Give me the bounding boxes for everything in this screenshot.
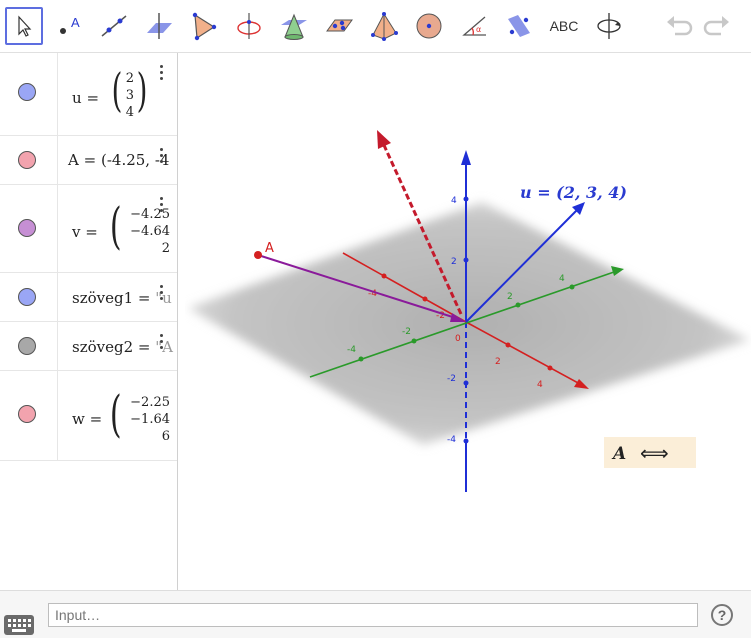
x-tick-label: 2 xyxy=(495,357,501,367)
circle-axis-tool[interactable] xyxy=(230,7,268,45)
pyramid-tool[interactable] xyxy=(365,7,403,45)
rotate-view-tool[interactable] xyxy=(590,7,628,45)
z-tick-label: -2 xyxy=(447,374,456,384)
svg-text:α: α xyxy=(476,25,481,34)
visibility-marble[interactable] xyxy=(18,83,36,101)
matrix-entry: 4 xyxy=(125,105,134,120)
vector-matrix: 2 3 4 xyxy=(118,70,134,121)
marble-cell xyxy=(0,322,58,370)
algebra-row-szoveg2[interactable]: szöveg2 = "A xyxy=(0,322,177,371)
algebra-row-w[interactable]: w = ( −2.25 −1.64 6 xyxy=(0,371,177,461)
text-tool[interactable]: ABC xyxy=(545,7,583,45)
vector-u-label[interactable]: u = (2, 3, 4) xyxy=(520,183,627,202)
matrix-entry: −4.64 xyxy=(130,224,170,239)
y-tick-label: 2 xyxy=(507,292,513,302)
visibility-marble[interactable] xyxy=(18,288,36,306)
sphere-icon xyxy=(416,13,442,39)
z-axis-arrow xyxy=(461,150,471,165)
point-A[interactable] xyxy=(254,251,262,259)
reflect-tool[interactable] xyxy=(500,7,538,45)
algebra-view: u = ( 2 3 4 ) A = (-4.25, -4 v = ( −4.25… xyxy=(0,53,178,590)
cone-plane-icon xyxy=(281,13,307,40)
marble-cell xyxy=(0,273,58,321)
cursor-arrow-icon xyxy=(18,15,32,37)
circle-axis-icon xyxy=(237,13,261,39)
vector-matrix: −2.25 −1.64 6 xyxy=(118,394,170,445)
z-tick-label: 2 xyxy=(451,257,457,267)
algebra-row-szoveg1[interactable]: szöveg1 = "u xyxy=(0,273,177,322)
matrix-entry: −2.25 xyxy=(130,395,170,410)
redo-icon[interactable] xyxy=(703,14,731,40)
algebra-row-A[interactable]: A = (-4.25, -4 xyxy=(0,136,177,185)
object-name: v = xyxy=(72,223,98,241)
polygon-icon xyxy=(192,12,217,41)
object-expression: szöveg1 = "u xyxy=(72,289,172,307)
undo-icon[interactable] xyxy=(665,14,693,40)
marble-cell xyxy=(0,136,58,184)
x-tick-label: 4 xyxy=(537,380,543,390)
move-tool[interactable] xyxy=(5,7,43,45)
y-tick-label: 4 xyxy=(559,274,565,284)
keyboard-keys-icon xyxy=(8,619,31,632)
visibility-marble[interactable] xyxy=(18,151,36,169)
marble-cell xyxy=(0,53,58,135)
polygon-tool[interactable] xyxy=(185,7,223,45)
object-expression: szöveg2 = "A xyxy=(72,338,174,356)
toolbar: A α ABC xyxy=(0,0,751,53)
algebra-row-u[interactable]: u = ( 2 3 4 ) xyxy=(0,53,177,136)
right-paren: ) xyxy=(136,63,148,117)
matrix-entry: 2 xyxy=(161,241,170,256)
more-options-icon[interactable] xyxy=(159,285,165,303)
z-tick-label: -4 xyxy=(447,435,456,445)
matrix-entry: 2 xyxy=(125,71,134,86)
object-name: u = xyxy=(72,89,100,107)
perpendicular-tool[interactable] xyxy=(140,7,178,45)
keyboard-icon[interactable] xyxy=(4,615,34,635)
more-options-icon[interactable] xyxy=(159,65,165,83)
sphere-tool[interactable] xyxy=(410,7,448,45)
intersect-surfaces-tool[interactable] xyxy=(275,7,313,45)
visibility-marble[interactable] xyxy=(18,337,36,355)
y-tick-label: -4 xyxy=(347,345,356,355)
plane-tool[interactable] xyxy=(320,7,358,45)
matrix-entry: 3 xyxy=(125,88,134,103)
point-A-label: A xyxy=(265,241,274,256)
input-field[interactable]: Input… xyxy=(48,603,698,627)
equivalence-arrow-icon: ⟺ xyxy=(640,441,669,465)
line-tool[interactable] xyxy=(95,7,133,45)
angle-tool[interactable]: α xyxy=(455,7,493,45)
rotate-icon xyxy=(597,13,621,39)
graphics-canvas[interactable]: 4 2 0 -2 -4 -4 -2 2 4 -4 -2 2 4 A u = (2… xyxy=(185,53,751,590)
marble-cell xyxy=(0,371,58,460)
pyramid-icon xyxy=(371,12,398,41)
point-tool[interactable]: A xyxy=(50,7,88,45)
z-tick-label: 4 xyxy=(451,196,457,206)
matrix-entry: 6 xyxy=(161,429,170,444)
text-box-letter: A xyxy=(611,444,626,464)
matrix-entry: −1.64 xyxy=(130,412,170,427)
vector-w-arrow xyxy=(377,130,391,149)
more-options-icon[interactable] xyxy=(159,334,165,352)
object-expression: A = (-4.25, -4 xyxy=(68,151,170,169)
visibility-marble[interactable] xyxy=(18,219,36,237)
line-icon xyxy=(101,15,127,37)
object-name: w = xyxy=(72,410,103,428)
more-options-icon[interactable] xyxy=(159,148,165,166)
angle-icon: α xyxy=(462,16,486,36)
graphics-3d-view[interactable]: 4 2 0 -2 -4 -4 -2 2 4 -4 -2 2 4 A u = (2… xyxy=(185,53,751,590)
y-tick-label: -2 xyxy=(402,327,411,337)
marble-cell xyxy=(0,185,58,272)
plane-points-icon xyxy=(326,19,353,32)
svg-text:A: A xyxy=(71,15,80,30)
input-bar: Input… ? xyxy=(0,590,751,638)
visibility-marble[interactable] xyxy=(18,405,36,423)
algebra-row-v[interactable]: v = ( −4.25 −4.64 2 xyxy=(0,185,177,273)
perpendicular-plane-icon xyxy=(147,13,172,39)
help-icon[interactable]: ? xyxy=(711,604,733,626)
more-options-icon[interactable] xyxy=(159,197,165,215)
text-tool-label: ABC xyxy=(549,18,579,34)
origin-label: 0 xyxy=(455,334,461,344)
reflect-plane-icon xyxy=(508,15,530,37)
point-icon: A xyxy=(60,15,80,34)
